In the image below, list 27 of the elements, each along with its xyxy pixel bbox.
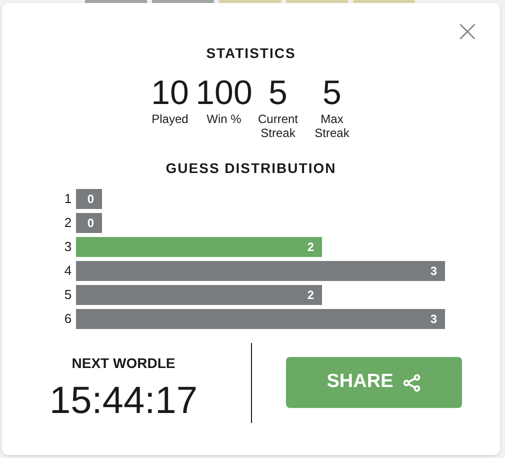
close-button[interactable]: ×: [454, 17, 480, 47]
countdown-timer: 15:44:17: [50, 382, 198, 420]
stat-value: 10: [151, 74, 189, 112]
stat-value: 5: [268, 74, 288, 112]
stat-label: Win %: [206, 112, 242, 126]
distribution-bar: 2: [76, 237, 322, 257]
stat-label: Current Streak: [256, 112, 299, 140]
section-title: STATISTICS: [206, 44, 296, 63]
share-button[interactable]: SHARE: [286, 357, 462, 408]
guess-number: 5: [63, 286, 73, 304]
distribution-bar: 0: [76, 189, 102, 209]
guess-number: 4: [63, 262, 73, 280]
share-icon: [403, 374, 422, 392]
guess-number: 3: [63, 238, 73, 256]
stat-value: 5: [322, 74, 342, 112]
stat-value: 100: [196, 74, 252, 112]
section-title: GUESS DISTRIBUTION: [166, 159, 336, 178]
distribution-bar: 0: [76, 213, 102, 233]
guess-number: 6: [63, 310, 73, 328]
stat-label: Played: [150, 112, 190, 126]
guess-number: 2: [63, 214, 73, 232]
guess-number: 1: [63, 190, 73, 208]
stat-label: Max Streak: [314, 112, 350, 140]
distribution-bar: 3: [76, 309, 445, 329]
section-title: NEXT WORDLE: [72, 354, 176, 373]
distribution-bar: 3: [76, 261, 445, 281]
distribution-bar: 2: [76, 285, 322, 305]
